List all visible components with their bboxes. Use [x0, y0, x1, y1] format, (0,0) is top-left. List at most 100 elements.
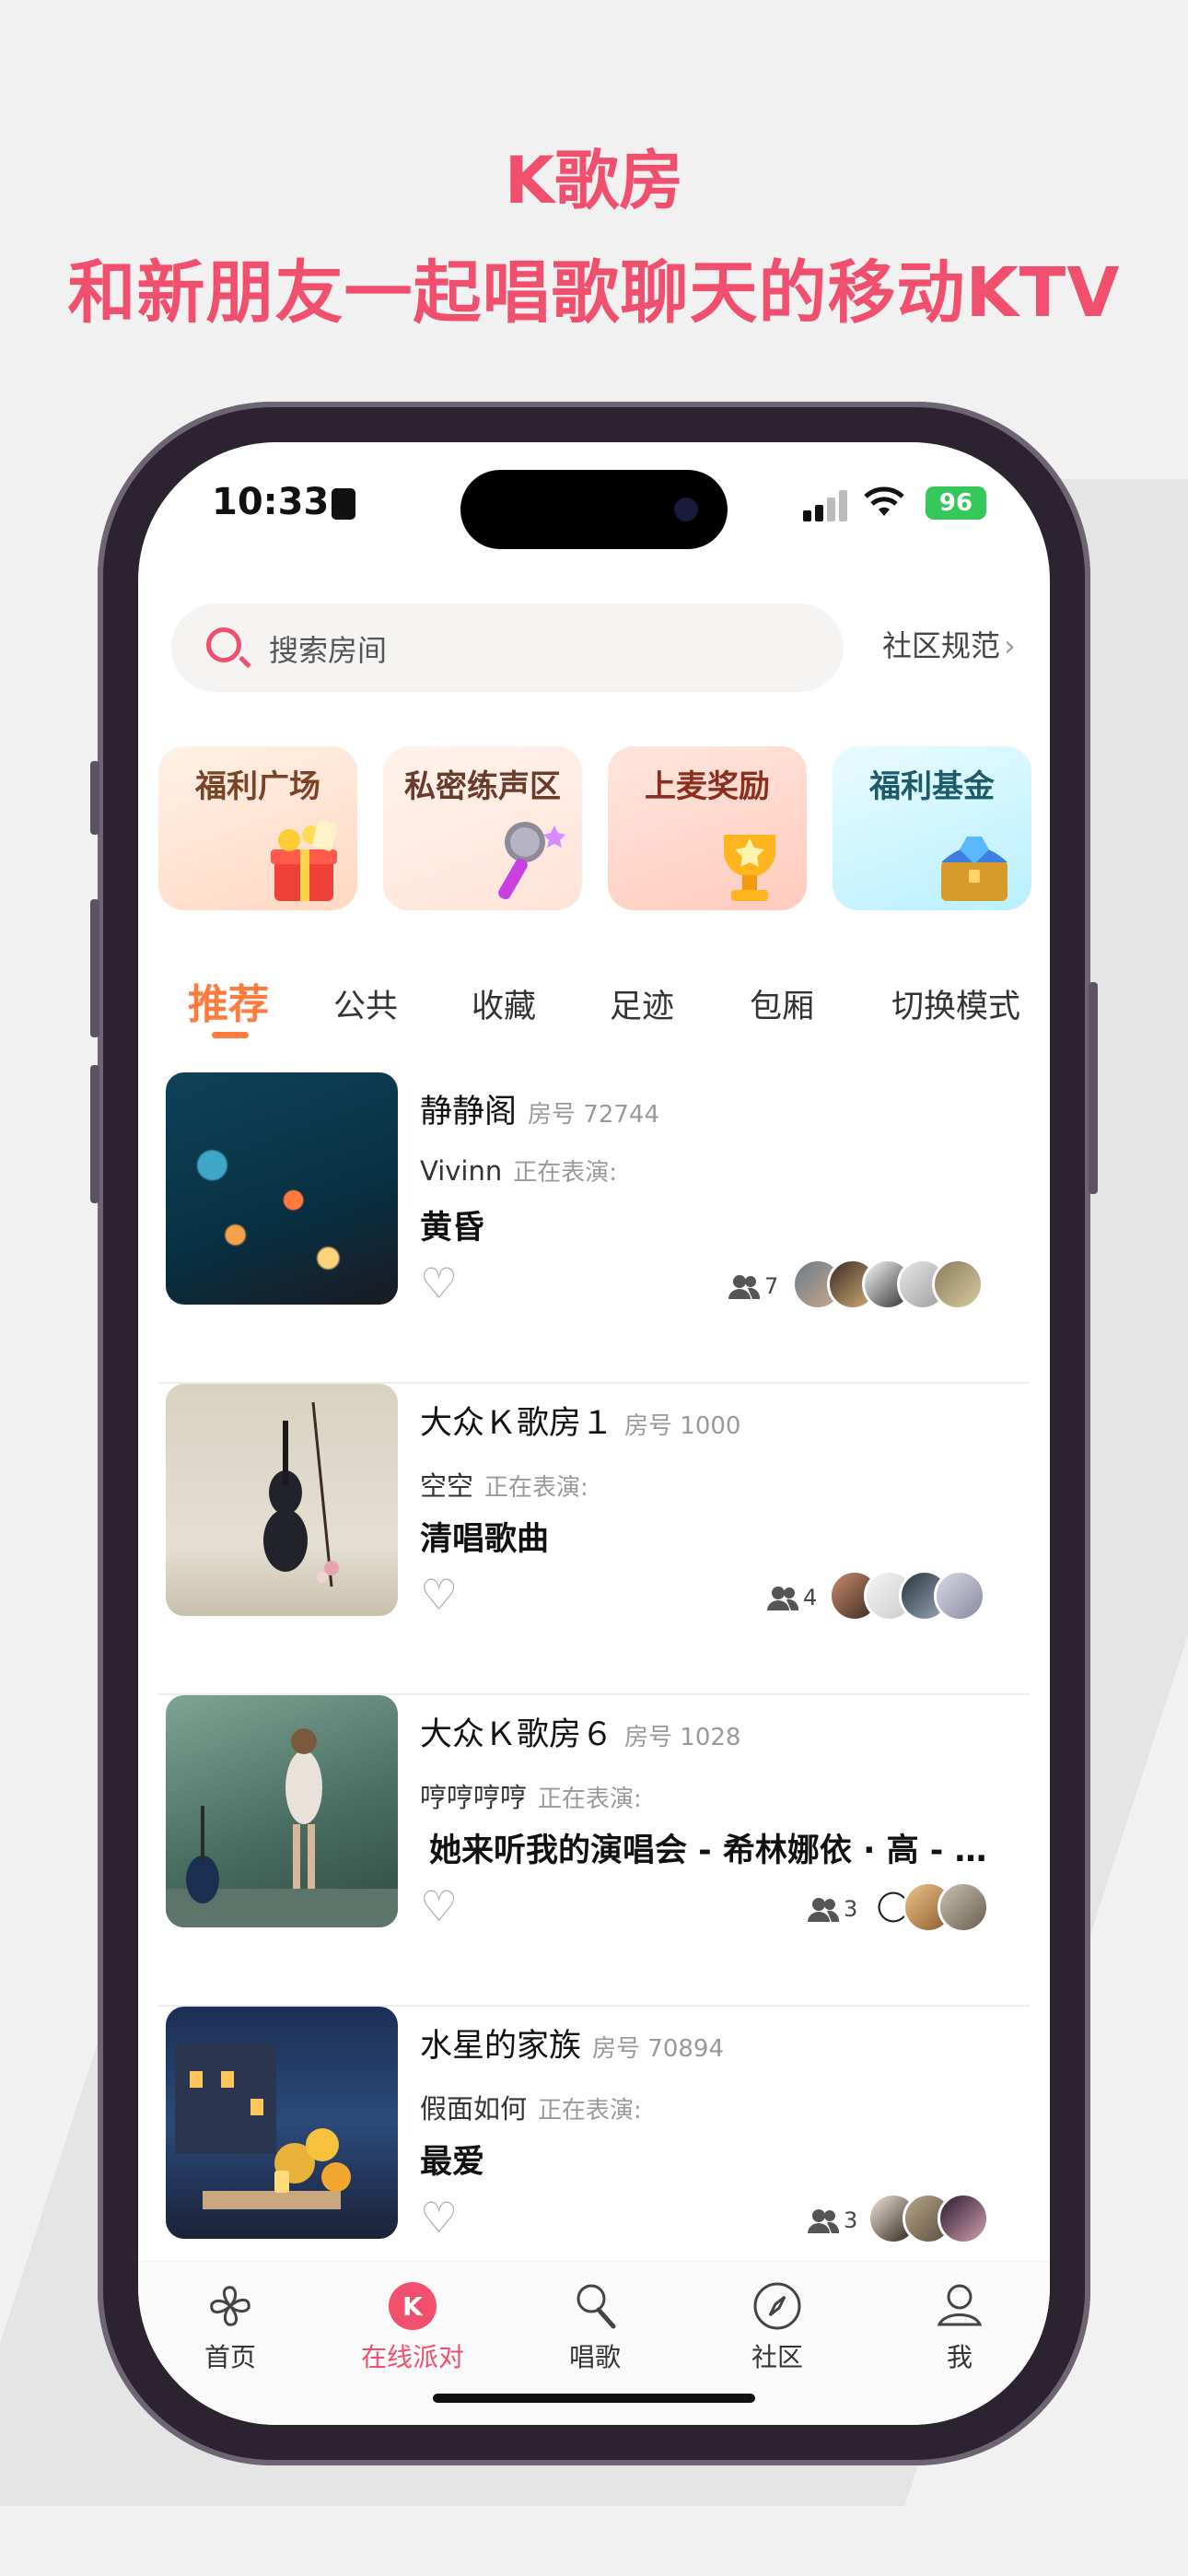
room-title: 大众Ｋ歌房１ 房号 1000: [420, 1405, 741, 1442]
feature-card-welfare-plaza[interactable]: 福利广场: [158, 746, 357, 910]
volume-down-button: [90, 1065, 99, 1203]
microphone-icon: [498, 822, 565, 900]
tab-switch-mode[interactable]: 切换模式: [891, 980, 1020, 1027]
search-icon: [206, 627, 241, 662]
room-cover-image: [166, 1072, 398, 1305]
current-song: 清唱歌曲: [420, 1521, 550, 1558]
people-icon: [808, 2209, 840, 2233]
people-icon: [767, 1587, 799, 1610]
performing-label: 正在表演:: [538, 1786, 642, 1813]
room-cover-image: [166, 1695, 398, 1927]
power-button: [1089, 982, 1098, 1194]
performing-label: 正在表演:: [513, 1159, 618, 1187]
feature-card-mic-reward[interactable]: 上麦奖励: [608, 746, 807, 910]
member-count: 3: [807, 1896, 857, 1923]
compass-icon: [753, 2282, 801, 2330]
home-indicator[interactable]: [433, 2394, 755, 2403]
performing-label: 正在表演:: [484, 1474, 588, 1502]
avatar: [938, 2193, 989, 2244]
id-card-icon: [332, 488, 355, 520]
tabbar-label: 首页: [204, 2342, 256, 2372]
member-count: 4: [766, 1585, 817, 1611]
k-badge-icon: K: [389, 2282, 437, 2330]
current-song: 她来听我的演唱会 - 希林娜依 · 高 - [伴奏]: [429, 1832, 991, 1869]
room-number: 房号 70894: [592, 2035, 724, 2063]
camera-icon: [674, 498, 698, 521]
room-cover-image: [166, 2007, 398, 2239]
active-tab-indicator: [212, 1032, 249, 1038]
room-title: 水星的家族 房号 70894: [420, 2028, 724, 2065]
status-bar: 10:33 96: [138, 442, 1050, 549]
member-avatars: [829, 1570, 1013, 1622]
search-placeholder: 搜索房间: [269, 633, 388, 668]
member-avatars: [868, 1881, 1015, 1933]
treasure-chest-icon: [941, 837, 1007, 901]
promo-subtitle: 和新朋友一起唱歌聊天的移动KTV: [67, 253, 1121, 333]
gift-box-icon: [271, 820, 338, 901]
tabbar-home[interactable]: 首页: [166, 2280, 295, 2374]
tabbar-label: 在线派对: [360, 2342, 464, 2372]
tab-public[interactable]: 公共: [333, 980, 398, 1027]
room-title: 大众Ｋ歌房６ 房号 1028: [420, 1716, 741, 1753]
feature-card-label: 上麦奖励: [645, 768, 770, 805]
room-cover-image: [166, 1384, 398, 1616]
member-count: 3: [807, 2207, 857, 2234]
heart-icon[interactable]: ♡: [420, 1262, 458, 1305]
member-count: 7: [728, 1273, 778, 1300]
wifi-icon: [864, 485, 904, 527]
profile-icon: [937, 2284, 983, 2326]
tabbar-label: 我: [946, 2342, 973, 2372]
feature-cards: 福利广场 私密练声区 上麦奖励 福利基金: [158, 746, 1033, 910]
room-number: 房号 72744: [528, 1101, 659, 1129]
room-singer: 哼哼哼哼 正在表演:: [420, 1782, 642, 1813]
community-rules-label: 社区规范: [882, 628, 1001, 663]
tabbar-label: 唱歌: [568, 2342, 621, 2372]
tabbar-community[interactable]: 社区: [713, 2280, 842, 2374]
chevron-right-icon: ›: [1004, 628, 1016, 663]
category-tabs: 推荐 公共 收藏 足迹 包厢 切换模式: [138, 967, 1050, 1041]
current-song: 最爱: [420, 2144, 485, 2181]
room-row[interactable]: 静静阁 房号 72744 Vivinn 正在表演: 黄昏 ♡ 7: [138, 1072, 1050, 1384]
member-avatars: [792, 1259, 1013, 1310]
tabbar-label: 社区: [751, 2342, 803, 2372]
feature-card-private-practice[interactable]: 私密练声区: [383, 746, 582, 910]
tabbar-online-party[interactable]: K 在线派对: [348, 2280, 477, 2374]
heart-icon[interactable]: ♡: [420, 1574, 458, 1616]
room-singer: 假面如何 正在表演:: [420, 2093, 642, 2125]
avatar: [932, 1259, 984, 1310]
phone-frame: 10:33 96 搜索房间 社区规范 › 福利广场 私密练声区 上麦奖励 福利基…: [90, 402, 1098, 2465]
feature-card-label: 私密练声区: [404, 768, 561, 805]
room-singer: 空空 正在表演:: [420, 1470, 588, 1502]
battery-indicator: 96: [926, 486, 986, 520]
room-row[interactable]: 大众Ｋ歌房６ 房号 1028 哼哼哼哼 正在表演: 她来听我的演唱会 - 希林娜依 …: [138, 1695, 1050, 2007]
svg-text:K: K: [402, 2291, 424, 2322]
dynamic-island: [460, 470, 728, 549]
tab-private-rooms[interactable]: 包厢: [750, 980, 814, 1027]
feature-card-label: 福利基金: [869, 768, 995, 805]
mute-switch: [90, 761, 99, 835]
current-song: 黄昏: [420, 1210, 485, 1247]
tab-recommended[interactable]: 推荐: [188, 971, 269, 1030]
tabbar-me[interactable]: 我: [895, 2280, 1024, 2374]
community-rules-link[interactable]: 社区规范 ›: [882, 623, 1016, 665]
pinwheel-icon: [210, 2286, 250, 2326]
search-bar[interactable]: 搜索房间: [171, 603, 844, 692]
member-avatars: [868, 2193, 1015, 2244]
heart-icon[interactable]: ♡: [420, 2196, 458, 2239]
feature-card-label: 福利广场: [195, 768, 320, 805]
app-screen: 10:33 96 搜索房间 社区规范 › 福利广场 私密练声区 上麦奖励 福利基…: [138, 442, 1050, 2425]
tab-favorites[interactable]: 收藏: [472, 980, 536, 1027]
volume-up-button: [90, 899, 99, 1037]
room-row[interactable]: 大众Ｋ歌房１ 房号 1000 空空 正在表演: 清唱歌曲 ♡ 4: [138, 1384, 1050, 1695]
avatar: [938, 1881, 989, 1933]
signal-icon: [803, 490, 847, 521]
tab-history[interactable]: 足迹: [610, 980, 674, 1027]
trophy-icon: [724, 835, 775, 901]
performing-label: 正在表演:: [538, 2097, 642, 2125]
heart-icon[interactable]: ♡: [420, 1885, 458, 1927]
status-time: 10:33: [212, 481, 330, 523]
room-singer: Vivinn 正在表演:: [420, 1155, 618, 1187]
tabbar-sing[interactable]: 唱歌: [530, 2280, 659, 2374]
microphone-icon: [577, 2284, 616, 2329]
feature-card-welfare-fund[interactable]: 福利基金: [833, 746, 1031, 910]
